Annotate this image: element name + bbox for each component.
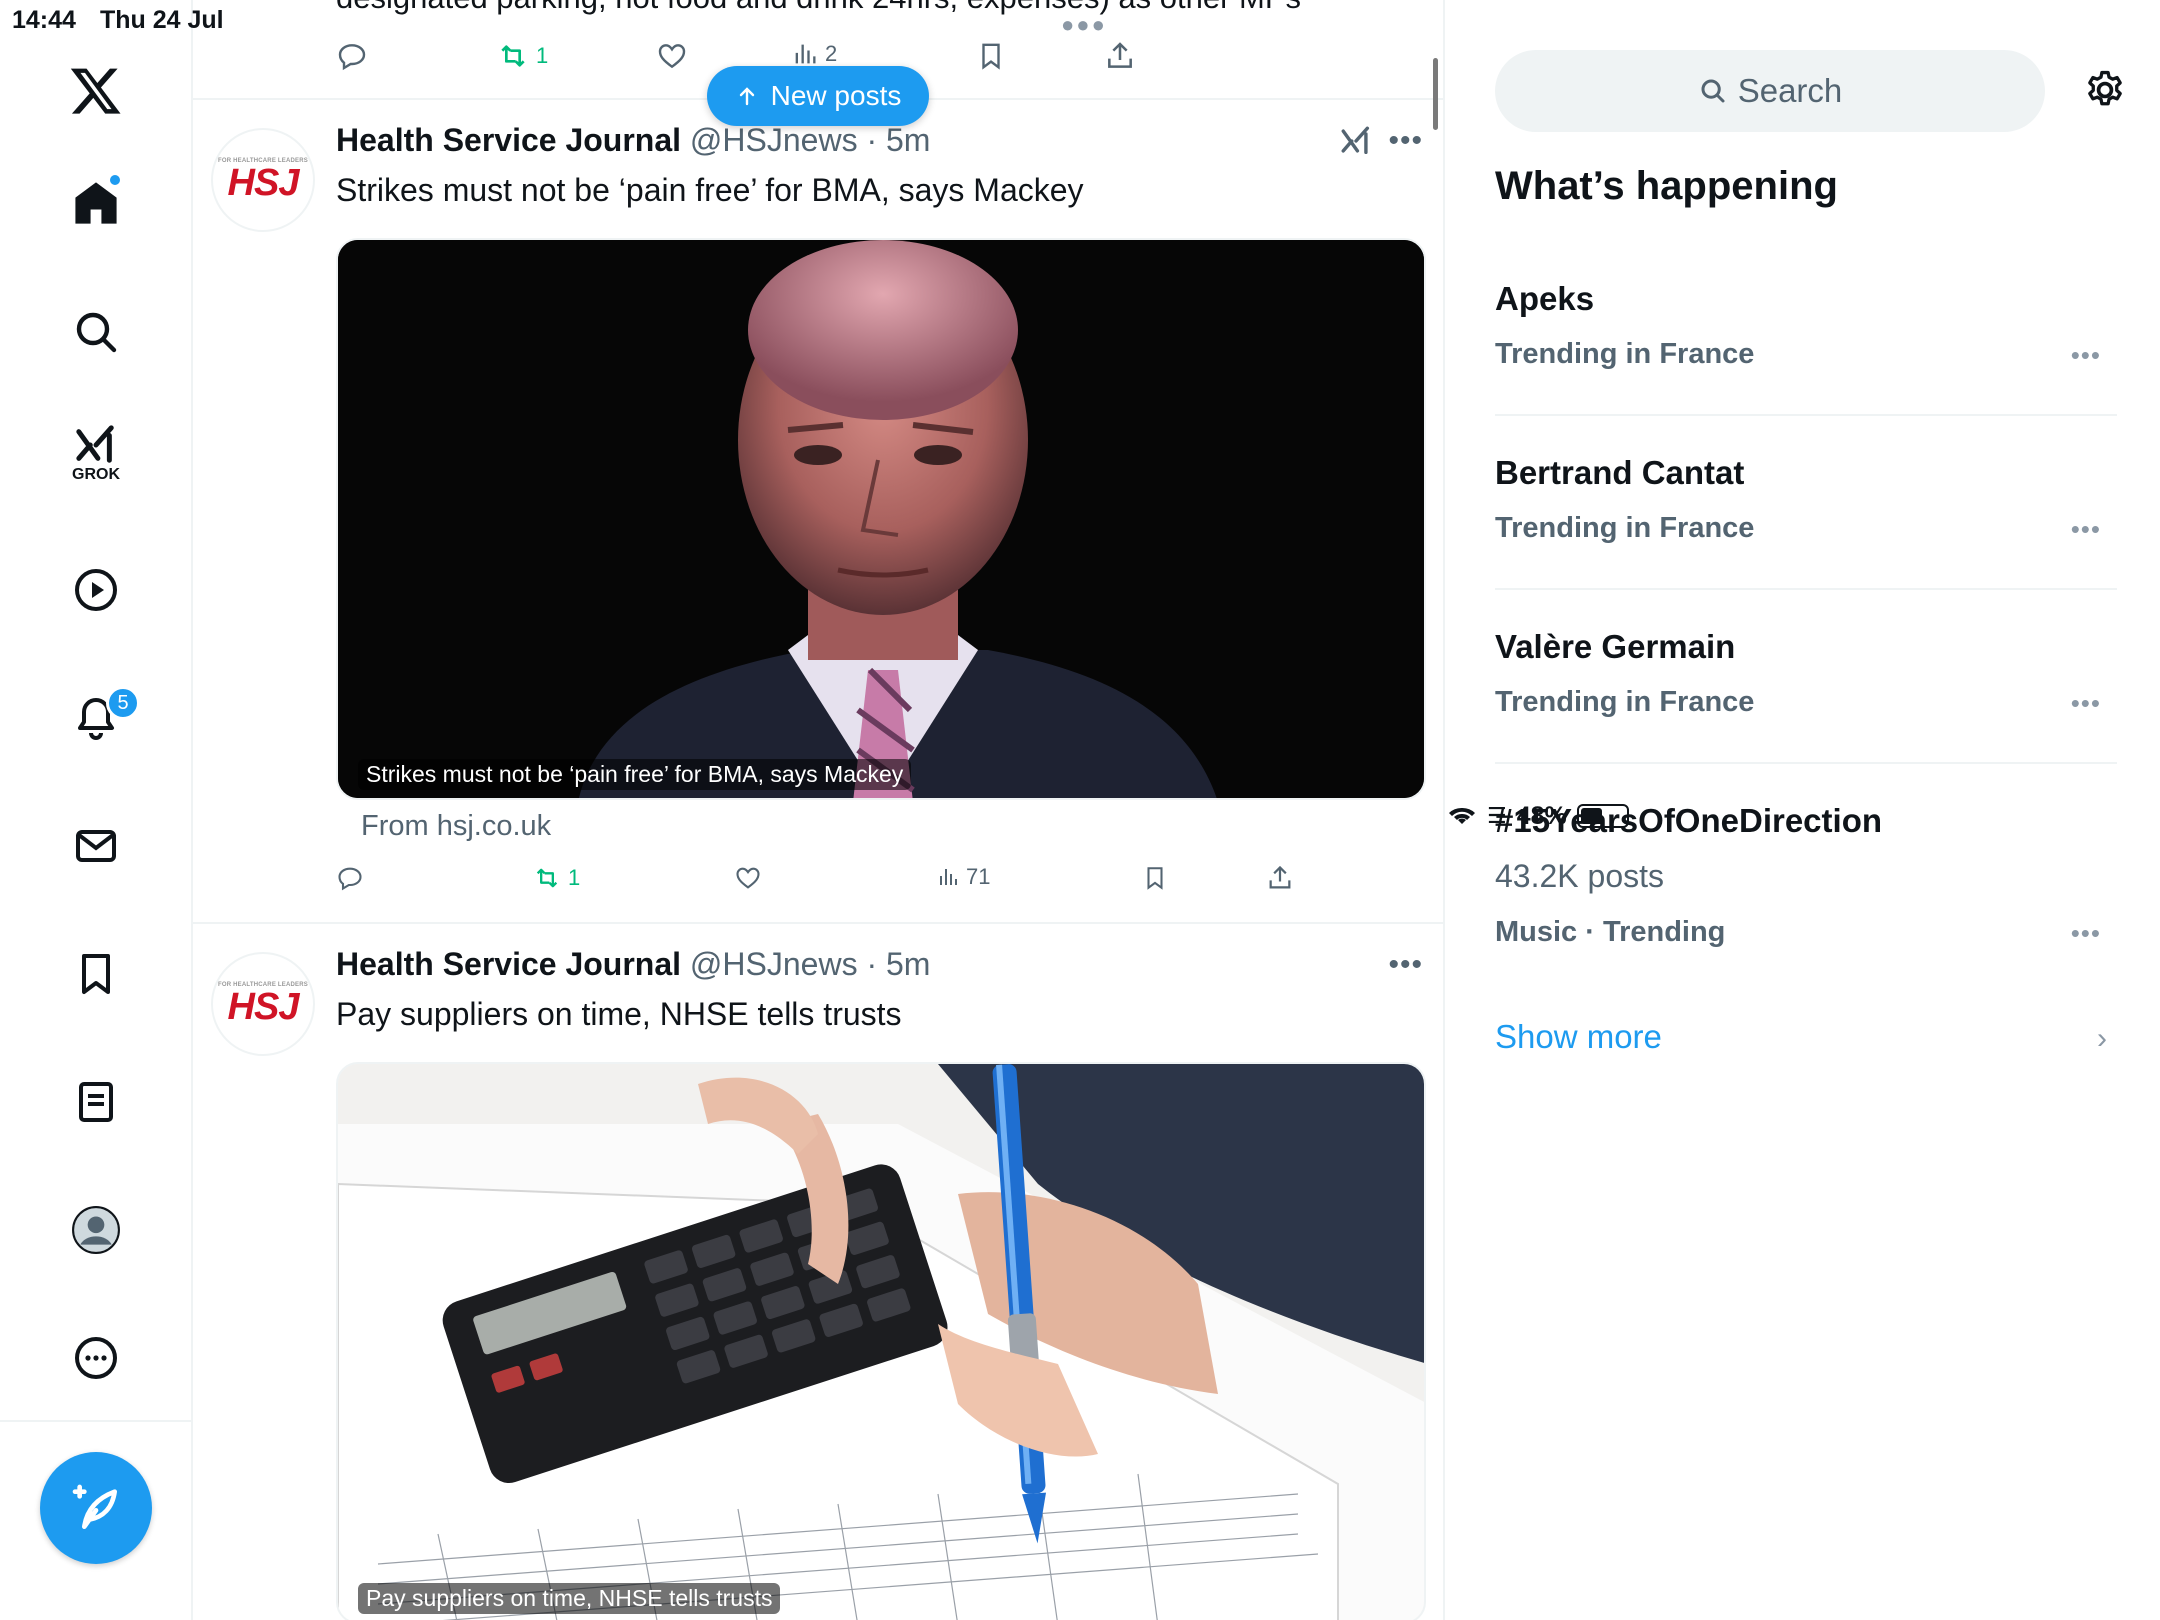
share-icon (1269, 865, 1291, 889)
wifi-icon (1449, 807, 1475, 824)
retweet-count: 1 (536, 43, 549, 68)
messages-envelope-icon[interactable] (66, 816, 126, 876)
list-status-icon: ☰ (1487, 803, 1507, 828)
lists-icon[interactable] (66, 1072, 126, 1132)
views-count: 2 (825, 41, 838, 66)
grok-icon[interactable]: GROK (66, 424, 126, 484)
retweet-icon (536, 868, 558, 888)
search-icon[interactable] (66, 302, 126, 362)
x-logo-icon[interactable] (66, 60, 126, 120)
bookmark-button[interactable] (976, 40, 1006, 72)
new-posts-button[interactable]: New posts (707, 66, 929, 126)
views-button[interactable]: 2 (791, 40, 837, 68)
home-unread-dot (108, 173, 122, 187)
retweet-button[interactable]: 1 (496, 40, 548, 72)
tweet-header: Health Service Journal @HSJnews · 5m (336, 946, 930, 983)
views-count: 71 (966, 864, 991, 889)
tweet[interactable]: FOR HEALTHCARE LEADERS HSJ Health Servic… (193, 102, 1443, 924)
status-date: Thu 24 Jul (100, 6, 224, 34)
home-timeline[interactable]: designated parking, not food and drink 2… (193, 0, 1445, 1620)
home-icon[interactable] (66, 173, 126, 233)
notifications-badge: 5 (106, 686, 140, 720)
author-avatar[interactable]: FOR HEALTHCARE LEADERS HSJ (211, 952, 315, 1056)
tweet[interactable]: FOR HEALTHCARE LEADERS HSJ Health Servic… (193, 926, 1443, 1620)
reply-button[interactable] (336, 40, 368, 72)
media-caption: Pay suppliers on time, NHSE tells trusts (358, 1583, 781, 1614)
heart-icon (736, 867, 760, 889)
nav-divider (0, 1420, 193, 1422)
more-options-icon[interactable] (66, 1328, 126, 1388)
tweet-time: · 5m (866, 122, 931, 158)
status-right: ☰ 48% (1447, 6, 2160, 1620)
grok-label: GROK (72, 466, 120, 483)
profile-avatar-icon[interactable] (66, 1200, 126, 1260)
retweet-button[interactable]: 1 (532, 864, 580, 892)
like-button[interactable] (656, 40, 688, 72)
tweet-more-icon[interactable]: ••• (1388, 948, 1423, 982)
bookmarks-icon[interactable] (66, 944, 126, 1004)
reply-button[interactable] (336, 864, 364, 892)
tweet-media-image[interactable]: Strikes must not be ‘pain free’ for BMA,… (336, 238, 1426, 800)
left-navigation: GROK 5 (0, 0, 193, 1620)
share-button[interactable] (1266, 864, 1294, 892)
bookmark-button[interactable] (1142, 864, 1168, 892)
reply-icon (338, 867, 362, 891)
bookmark-icon (982, 43, 1000, 70)
feed-scrollbar[interactable] (1433, 58, 1438, 130)
author-name[interactable]: Health Service Journal (336, 122, 681, 158)
views-button[interactable]: 71 (936, 864, 990, 890)
status-bar: 14:44 Thu 24 Jul ☰ 48% (0, 0, 2160, 830)
tweet-more-icon[interactable]: ••• (1388, 124, 1423, 158)
share-icon (1108, 42, 1132, 68)
tweet-actions: 1 71 (336, 864, 1291, 904)
author-name[interactable]: Health Service Journal (336, 946, 681, 982)
retweet-icon (501, 45, 525, 67)
link-source[interactable]: From hsj.co.uk (361, 810, 551, 843)
arrow-up-icon (739, 87, 754, 106)
grok-tweet-icon[interactable] (1339, 124, 1373, 163)
battery-icon (1576, 804, 1629, 828)
tweet-media-image[interactable]: Pay suppliers on time, NHSE tells trusts (336, 1062, 1426, 1620)
like-button[interactable] (734, 864, 762, 892)
compose-post-button[interactable] (40, 1452, 152, 1564)
heart-icon (658, 44, 686, 69)
status-time: 14:44 (12, 6, 76, 34)
author-handle[interactable]: @HSJnews (690, 946, 858, 982)
tweet-time: · 5m (866, 946, 931, 982)
author-handle[interactable]: @HSJnews (690, 122, 858, 158)
tweet-text: Strikes must not be ‘pain free’ for BMA,… (336, 172, 1084, 208)
video-play-icon[interactable] (66, 560, 126, 620)
new-posts-label: New posts (770, 80, 902, 111)
views-bars-icon (795, 44, 816, 64)
retweet-count: 1 (568, 865, 581, 890)
author-avatar[interactable]: FOR HEALTHCARE LEADERS HSJ (211, 128, 315, 232)
share-button[interactable] (1104, 40, 1136, 72)
calculator-photo (338, 1064, 1424, 1620)
bookmark-icon (1147, 867, 1163, 890)
media-caption: Strikes must not be ‘pain free’ for BMA,… (358, 759, 912, 790)
portrait-photo (338, 240, 1424, 798)
notifications-bell-icon[interactable]: 5 (66, 686, 140, 748)
reply-icon (338, 44, 366, 71)
tweet-header: Health Service Journal @HSJnews · 5m (336, 122, 930, 159)
battery-percent: 48% (1516, 801, 1567, 830)
views-bars-icon (940, 869, 957, 885)
tweet-text: Pay suppliers on time, NHSE tells trusts (336, 996, 902, 1032)
compose-feather-icon (72, 1484, 117, 1529)
